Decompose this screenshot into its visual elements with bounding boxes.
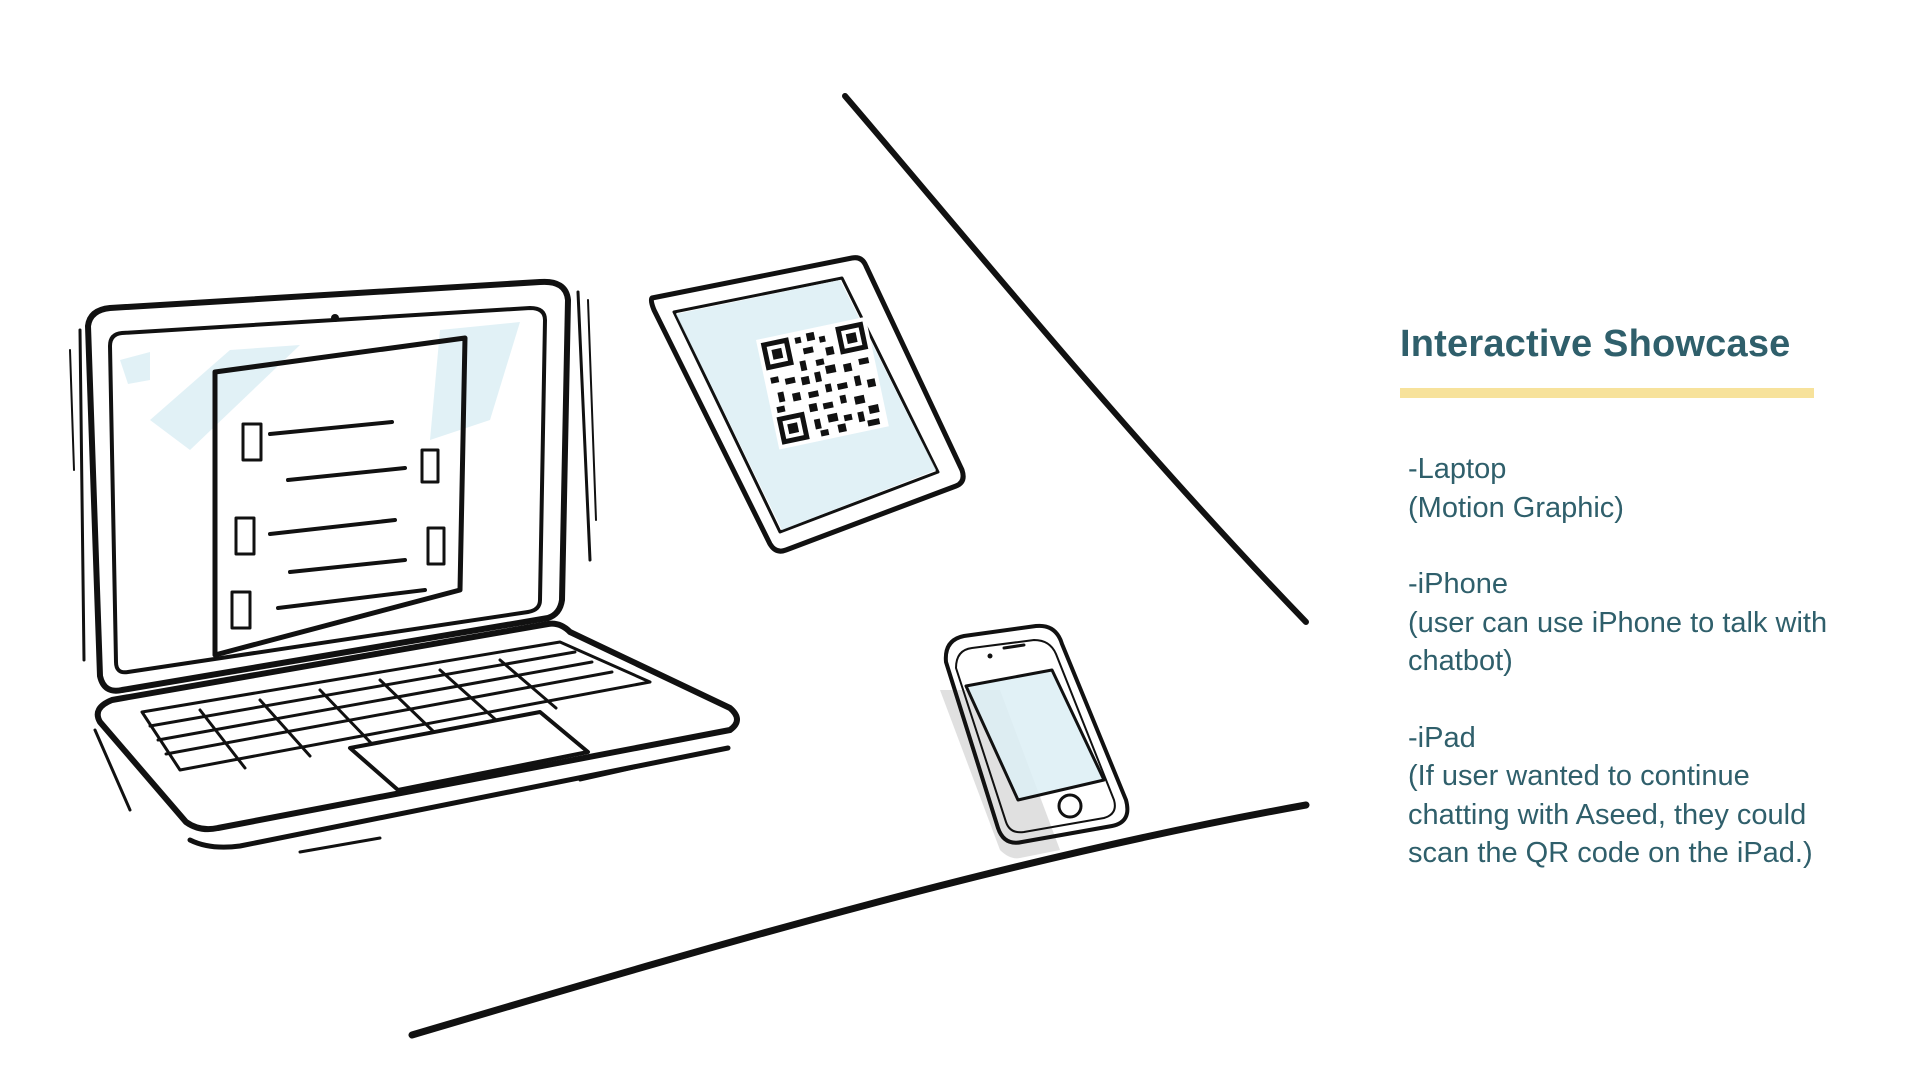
iphone-illustration [940, 623, 1130, 859]
laptop-keyboard [140, 640, 652, 772]
list-item-laptop: -Laptop (Motion Graphic) [1408, 450, 1840, 527]
item-description: (If user wanted to continue chatting wit… [1408, 760, 1813, 869]
item-name: -iPhone [1408, 568, 1508, 600]
list-item-ipad: -iPad (If user wanted to continue chatti… [1408, 719, 1840, 873]
ipad-illustration [648, 255, 966, 554]
device-list: -Laptop (Motion Graphic) -iPhone (user c… [1400, 450, 1840, 873]
item-description: (Motion Graphic) [1408, 491, 1624, 524]
iphone-home-button [1057, 793, 1083, 819]
item-name: -iPad [1408, 721, 1476, 754]
laptop-illustration [69, 278, 740, 854]
table-surface [408, 93, 1310, 1039]
page-title: Interactive Showcase [1400, 323, 1791, 365]
title-underline [1400, 388, 1814, 398]
device-showcase-illustration [69, 93, 1310, 1039]
item-name: -Laptop [1408, 453, 1507, 485]
list-item-iphone: -iPhone (user can use iPhone to talk wit… [1408, 565, 1840, 681]
qr-code-icon [756, 316, 889, 450]
info-panel: Interactive Showcase -Laptop (Motion Gra… [1400, 318, 1840, 911]
item-description: (user can use iPhone to talk with chatbo… [1408, 606, 1828, 678]
slide: Interactive Showcase -Laptop (Motion Gra… [0, 0, 1920, 1080]
laptop-document-lines [230, 420, 446, 630]
